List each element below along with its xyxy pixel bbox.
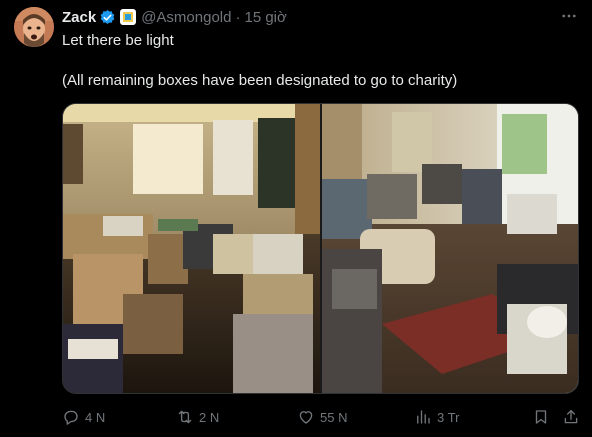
action-bar: 4 N 2 N 55 N 3 Tr bbox=[62, 404, 582, 430]
author-handle[interactable]: @Asmongold bbox=[141, 9, 231, 26]
repost-icon bbox=[178, 410, 192, 424]
repost-button[interactable]: 2 N bbox=[176, 404, 219, 430]
share-icon bbox=[564, 409, 578, 424]
like-count: 55 N bbox=[320, 409, 348, 425]
affiliate-badge-icon[interactable] bbox=[120, 9, 137, 25]
avatar[interactable] bbox=[14, 7, 54, 47]
living-room-partially-cleared-photo[interactable] bbox=[322, 104, 578, 393]
share-button[interactable] bbox=[562, 404, 580, 430]
tweet-text: Let there be light (All remaining boxes … bbox=[62, 31, 582, 91]
views-button[interactable]: 3 Tr bbox=[414, 404, 459, 430]
tweet-header: Zack @Asmongold · 15 giờ bbox=[62, 7, 578, 27]
bookmark-icon bbox=[535, 410, 547, 424]
tweet-post[interactable]: Zack @Asmongold · 15 giờ Let there be li… bbox=[0, 0, 592, 437]
repost-count: 2 N bbox=[199, 409, 220, 425]
like-button[interactable]: 55 N bbox=[297, 404, 347, 430]
reply-icon bbox=[64, 410, 78, 425]
living-room-cluttered-photo[interactable] bbox=[63, 104, 320, 393]
tweet-text-line-1: Let there be light bbox=[62, 32, 174, 49]
heart-icon bbox=[299, 411, 313, 424]
bookmark-button[interactable] bbox=[532, 404, 550, 430]
reply-button[interactable]: 4 N bbox=[62, 404, 105, 430]
views-chart-icon bbox=[417, 410, 430, 424]
post-timestamp[interactable]: 15 giờ bbox=[244, 9, 286, 26]
reply-count: 4 N bbox=[85, 409, 106, 425]
verified-badge-icon bbox=[99, 9, 116, 26]
separator-dot: · bbox=[235, 8, 241, 26]
author-name[interactable]: Zack bbox=[62, 9, 96, 26]
more-options-icon[interactable] bbox=[560, 7, 578, 27]
views-count: 3 Tr bbox=[437, 409, 460, 425]
tweet-text-line-2: (All remaining boxes have been designate… bbox=[62, 72, 458, 89]
media-grid bbox=[62, 103, 579, 394]
